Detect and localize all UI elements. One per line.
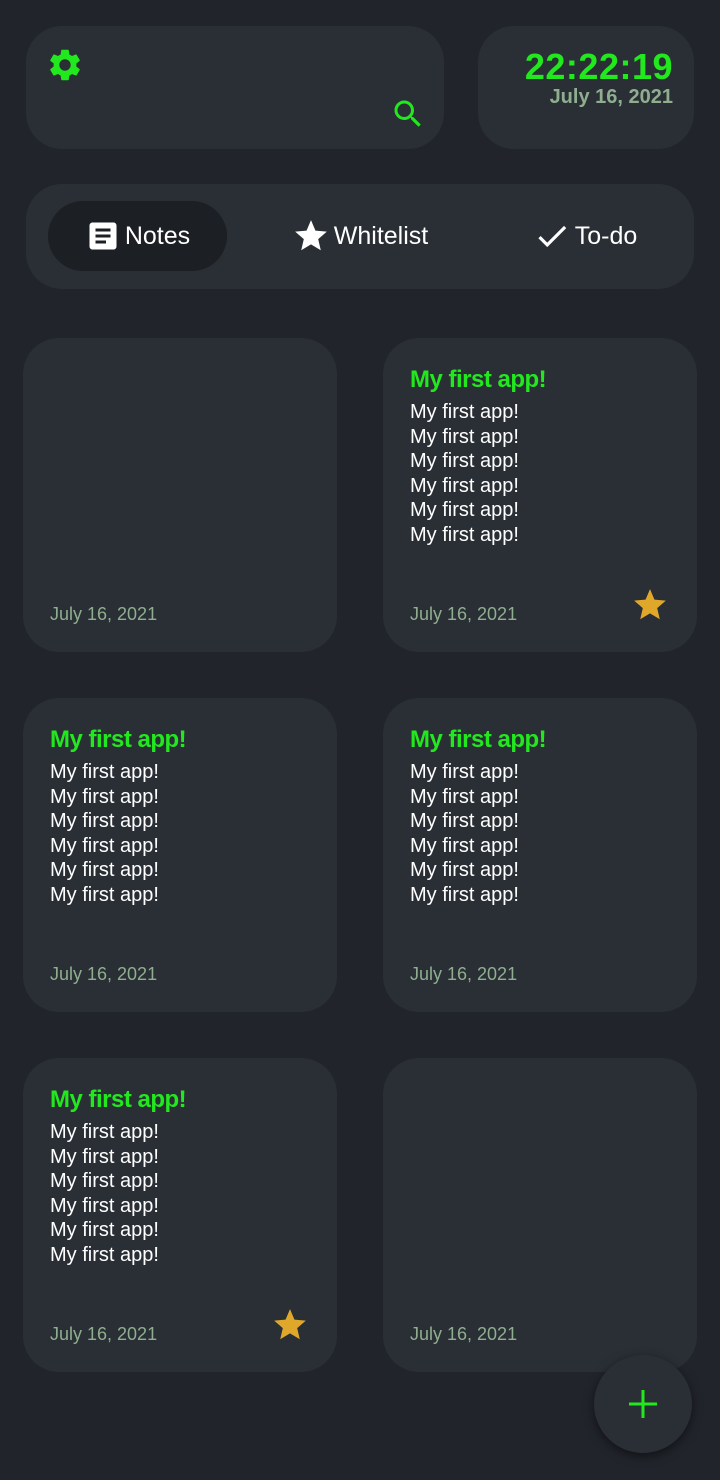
note-line: My first app!: [410, 834, 519, 857]
note-line: My first app!: [410, 523, 519, 546]
note-line: My first app!: [50, 1145, 159, 1168]
note-card[interactable]: My first app! My first app! My first app…: [23, 698, 337, 1012]
note-line: My first app!: [50, 761, 159, 783]
tab-whitelist[interactable]: Whitelist: [270, 201, 450, 271]
note-line: My first app!: [410, 810, 519, 833]
note-line: My first app!: [410, 401, 519, 423]
add-note-button[interactable]: [594, 1355, 692, 1453]
note-body: My first app! My first app! My first app…: [410, 400, 519, 548]
note-body: My first app! My first app! My first app…: [410, 760, 519, 908]
gear-icon[interactable]: [46, 46, 84, 84]
note-body: My first app! My first app! My first app…: [50, 760, 159, 908]
note-title: My first app!: [50, 1086, 187, 1113]
star-icon[interactable]: [631, 586, 669, 624]
notes-screen: 22:22:19 July 16, 2021 Notes Whitelist T…: [0, 0, 720, 1480]
note-line: My first app!: [410, 761, 519, 783]
note-card[interactable]: My first app! My first app! My first app…: [383, 338, 697, 652]
note-line: My first app!: [410, 474, 519, 497]
note-line: My first app!: [410, 785, 519, 808]
note-title: My first app!: [410, 726, 547, 753]
note-line: My first app!: [50, 1121, 159, 1143]
note-line: My first app!: [410, 859, 519, 882]
tab-todo-label: To-do: [574, 221, 638, 250]
note-card[interactable]: July 16, 2021: [383, 1058, 697, 1372]
clock-date: July 16, 2021: [549, 86, 673, 108]
note-date: July 16, 2021: [50, 1324, 158, 1344]
note-line: My first app!: [50, 859, 159, 882]
note-body: My first app! My first app! My first app…: [50, 1120, 159, 1268]
tab-notes-label: Notes: [124, 221, 191, 250]
header-toolbar: [26, 26, 444, 149]
note-date: July 16, 2021: [410, 1324, 518, 1344]
note-line: My first app!: [410, 425, 519, 448]
note-line: My first app!: [50, 1170, 159, 1193]
note-date: July 16, 2021: [410, 964, 518, 984]
note-line: My first app!: [50, 1194, 159, 1217]
note-line: My first app!: [50, 883, 159, 906]
check-icon: [538, 225, 566, 248]
note-line: My first app!: [50, 1219, 159, 1242]
plus-icon: [629, 1390, 657, 1418]
note-title: My first app!: [410, 366, 547, 393]
note-line: My first app!: [50, 785, 159, 808]
note-card[interactable]: My first app! My first app! My first app…: [23, 1058, 337, 1372]
note-card[interactable]: July 16, 2021: [23, 338, 337, 652]
tab-whitelist-label: Whitelist: [333, 221, 429, 250]
star-icon: [294, 220, 327, 251]
tab-todo[interactable]: To-do: [500, 201, 670, 271]
note-line: My first app!: [50, 834, 159, 857]
clock-time: 22:22:19: [524, 46, 673, 87]
star-icon[interactable]: [271, 1306, 309, 1344]
search-icon[interactable]: [390, 96, 426, 132]
tab-notes[interactable]: Notes: [48, 201, 227, 271]
note-date: July 16, 2021: [410, 604, 518, 624]
note-title: My first app!: [50, 726, 187, 753]
note-line: My first app!: [50, 1243, 159, 1266]
note-line: My first app!: [410, 499, 519, 522]
note-card[interactable]: My first app! My first app! My first app…: [383, 698, 697, 1012]
note-line: My first app!: [410, 883, 519, 906]
note-date: July 16, 2021: [50, 604, 158, 624]
note-line: My first app!: [50, 810, 159, 833]
note-date: July 16, 2021: [50, 964, 158, 984]
note-line: My first app!: [410, 450, 519, 473]
note-icon: [89, 222, 117, 250]
